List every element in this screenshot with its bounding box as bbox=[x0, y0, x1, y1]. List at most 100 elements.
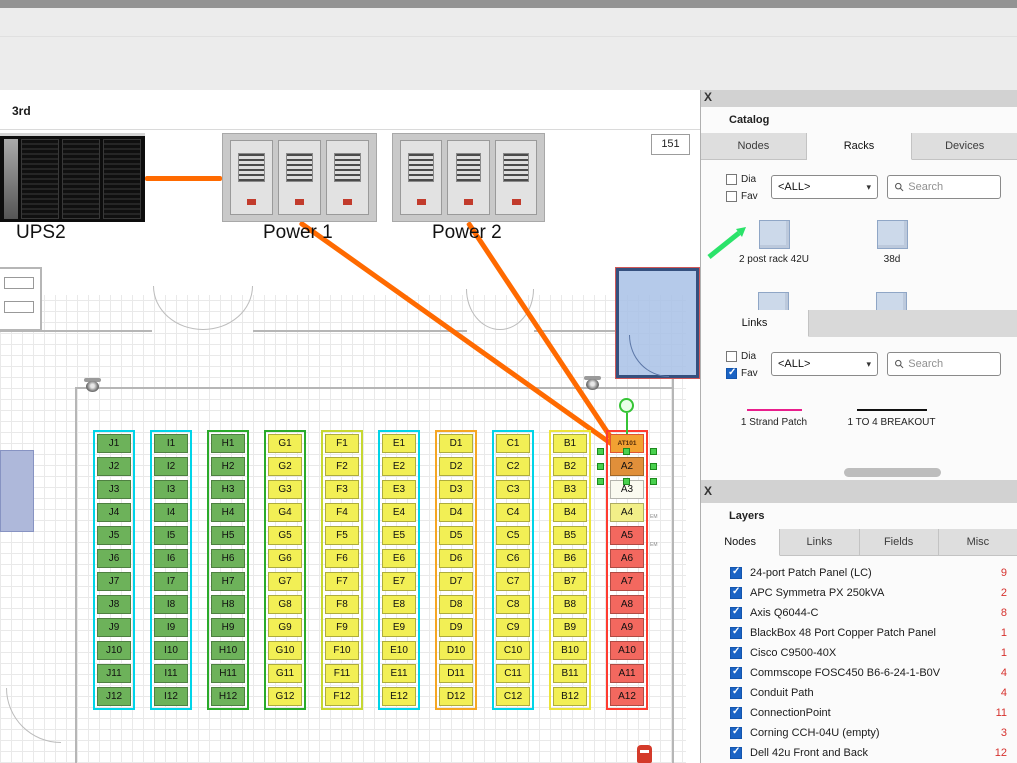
rack-cell-b8[interactable]: B8 bbox=[553, 595, 587, 614]
rack-cell-a10[interactable]: A10 bbox=[610, 641, 644, 660]
rack-cell-d5[interactable]: D5 bbox=[439, 526, 473, 545]
rack-cell-d10[interactable]: D10 bbox=[439, 641, 473, 660]
rack-icon[interactable] bbox=[876, 292, 907, 310]
floorplan-canvas[interactable]: 3rd 151 UPS2 Power 1 Power 2 J1J2J3J4J5J… bbox=[0, 90, 700, 763]
selection-rotate-handle[interactable] bbox=[619, 398, 634, 413]
rack-cell-h3[interactable]: H3 bbox=[211, 480, 245, 499]
rack-cell-f3[interactable]: F3 bbox=[325, 480, 359, 499]
rack-cell-e11[interactable]: E11 bbox=[382, 664, 416, 683]
selection-handle[interactable] bbox=[650, 463, 657, 470]
rack-cell-d12[interactable]: D12 bbox=[439, 687, 473, 706]
rack-cell-j12[interactable]: J12 bbox=[97, 687, 131, 706]
rack-cell-d4[interactable]: D4 bbox=[439, 503, 473, 522]
rack-cell-j2[interactable]: J2 bbox=[97, 457, 131, 476]
rack-cell-e6[interactable]: E6 bbox=[382, 549, 416, 568]
selection-handle[interactable] bbox=[597, 463, 604, 470]
layers-close-button[interactable]: X bbox=[704, 484, 720, 499]
layer-row[interactable]: Conduit Path4 bbox=[701, 683, 1017, 703]
rack-cell-f2[interactable]: F2 bbox=[325, 457, 359, 476]
rack-cell-c8[interactable]: C8 bbox=[496, 595, 530, 614]
rack-cell-c1[interactable]: C1 bbox=[496, 434, 530, 453]
rack-cell-g6[interactable]: G6 bbox=[268, 549, 302, 568]
rack-cell-j7[interactable]: J7 bbox=[97, 572, 131, 591]
rack-cell-h8[interactable]: H8 bbox=[211, 595, 245, 614]
rack-cell-i6[interactable]: I6 bbox=[154, 549, 188, 568]
rack-cell-f1[interactable]: F1 bbox=[325, 434, 359, 453]
rack-cell-a4[interactable]: A4 bbox=[610, 503, 644, 522]
rack-column-j[interactable]: J1J2J3J4J5J6J7J8J9J10J11J12 bbox=[93, 430, 135, 710]
layer-row[interactable]: Commscope FOSC450 B6-6-24-1-B0V4 bbox=[701, 663, 1017, 683]
rack-column-h[interactable]: H1H2H3H4H5H6H7H8H9H10H11H12 bbox=[207, 430, 249, 710]
rack-cell-g5[interactable]: G5 bbox=[268, 526, 302, 545]
power1-image[interactable] bbox=[222, 133, 377, 222]
layer-checkbox[interactable] bbox=[730, 627, 742, 639]
rack-cell-g10[interactable]: G10 bbox=[268, 641, 302, 660]
rack-cell-j5[interactable]: J5 bbox=[97, 526, 131, 545]
rack-column-g[interactable]: G1G2G3G4G5G6G7G8G9G10G11G12 bbox=[264, 430, 306, 710]
rack-cell-b12[interactable]: B12 bbox=[553, 687, 587, 706]
layer-row[interactable]: APC Symmetra PX 250kVA2 bbox=[701, 583, 1017, 603]
rack-cell-a12[interactable]: A12 bbox=[610, 687, 644, 706]
selection-handle[interactable] bbox=[597, 448, 604, 455]
rack-cell-g8[interactable]: G8 bbox=[268, 595, 302, 614]
link-item[interactable]: 1 Strand Patch bbox=[729, 409, 819, 428]
rack-cell-h11[interactable]: H11 bbox=[211, 664, 245, 683]
rack-cell-b11[interactable]: B11 bbox=[553, 664, 587, 683]
rack-cell-a6[interactable]: A6 bbox=[610, 549, 644, 568]
rack-cell-g11[interactable]: G11 bbox=[268, 664, 302, 683]
rack-cell-g9[interactable]: G9 bbox=[268, 618, 302, 637]
rack-cell-e12[interactable]: E12 bbox=[382, 687, 416, 706]
rack-cell-g4[interactable]: G4 bbox=[268, 503, 302, 522]
rack-cell-h6[interactable]: H6 bbox=[211, 549, 245, 568]
rack-cell-c7[interactable]: C7 bbox=[496, 572, 530, 591]
rack-cell-b6[interactable]: B6 bbox=[553, 549, 587, 568]
rack-cell-j9[interactable]: J9 bbox=[97, 618, 131, 637]
layer-checkbox[interactable] bbox=[730, 707, 742, 719]
horizontal-scrollbar[interactable] bbox=[844, 468, 941, 477]
rack-cell-h9[interactable]: H9 bbox=[211, 618, 245, 637]
rack-column-c[interactable]: C1C2C3C4C5C6C7C8C9C10C11C12 bbox=[492, 430, 534, 710]
layer-row[interactable]: Axis Q6044-C8 bbox=[701, 603, 1017, 623]
rack-cell-f12[interactable]: F12 bbox=[325, 687, 359, 706]
rack-cell-e9[interactable]: E9 bbox=[382, 618, 416, 637]
rack-cell-d1[interactable]: D1 bbox=[439, 434, 473, 453]
rack-cell-c12[interactable]: C12 bbox=[496, 687, 530, 706]
rack-column-d[interactable]: D1D2D3D4D5D6D7D8D9D10D11D12 bbox=[435, 430, 477, 710]
rack-cell-g12[interactable]: G12 bbox=[268, 687, 302, 706]
rack-cell-c5[interactable]: C5 bbox=[496, 526, 530, 545]
camera-icon[interactable] bbox=[584, 376, 601, 391]
rack-cell-i12[interactable]: I12 bbox=[154, 687, 188, 706]
rack-cell-e5[interactable]: E5 bbox=[382, 526, 416, 545]
rack-cell-a5[interactable]: A5 bbox=[610, 526, 644, 545]
rack-cell-j10[interactable]: J10 bbox=[97, 641, 131, 660]
layer-row[interactable]: ConnectionPoint11 bbox=[701, 703, 1017, 723]
camera-icon[interactable] bbox=[84, 378, 101, 393]
rack-icon[interactable] bbox=[758, 292, 789, 310]
rack-cell-c9[interactable]: C9 bbox=[496, 618, 530, 637]
rack-cell-i2[interactable]: I2 bbox=[154, 457, 188, 476]
layer-checkbox[interactable] bbox=[730, 727, 742, 739]
rack-cell-c11[interactable]: C11 bbox=[496, 664, 530, 683]
rack-cell-h2[interactable]: H2 bbox=[211, 457, 245, 476]
selection-handle[interactable] bbox=[623, 478, 630, 485]
tab-fields[interactable]: Fields bbox=[860, 529, 939, 556]
power2-image[interactable] bbox=[392, 133, 545, 222]
rack-cell-f11[interactable]: F11 bbox=[325, 664, 359, 683]
selection-handle[interactable] bbox=[650, 478, 657, 485]
catalog-close-button[interactable]: X bbox=[704, 90, 720, 105]
rack-cell-d9[interactable]: D9 bbox=[439, 618, 473, 637]
rack-cell-a11[interactable]: A11 bbox=[610, 664, 644, 683]
rack-cell-g1[interactable]: G1 bbox=[268, 434, 302, 453]
tab-misc[interactable]: Misc bbox=[939, 529, 1017, 556]
layer-checkbox[interactable] bbox=[730, 587, 742, 599]
rack-cell-b2[interactable]: B2 bbox=[553, 457, 587, 476]
rack-cell-e1[interactable]: E1 bbox=[382, 434, 416, 453]
rack-cell-h10[interactable]: H10 bbox=[211, 641, 245, 660]
rack-cell-f9[interactable]: F9 bbox=[325, 618, 359, 637]
fire-device-icon[interactable] bbox=[637, 745, 652, 763]
rack-cell-h5[interactable]: H5 bbox=[211, 526, 245, 545]
rack-cell-d8[interactable]: D8 bbox=[439, 595, 473, 614]
rack-cell-b5[interactable]: B5 bbox=[553, 526, 587, 545]
rack-cell-b4[interactable]: B4 bbox=[553, 503, 587, 522]
rack-cell-i11[interactable]: I11 bbox=[154, 664, 188, 683]
